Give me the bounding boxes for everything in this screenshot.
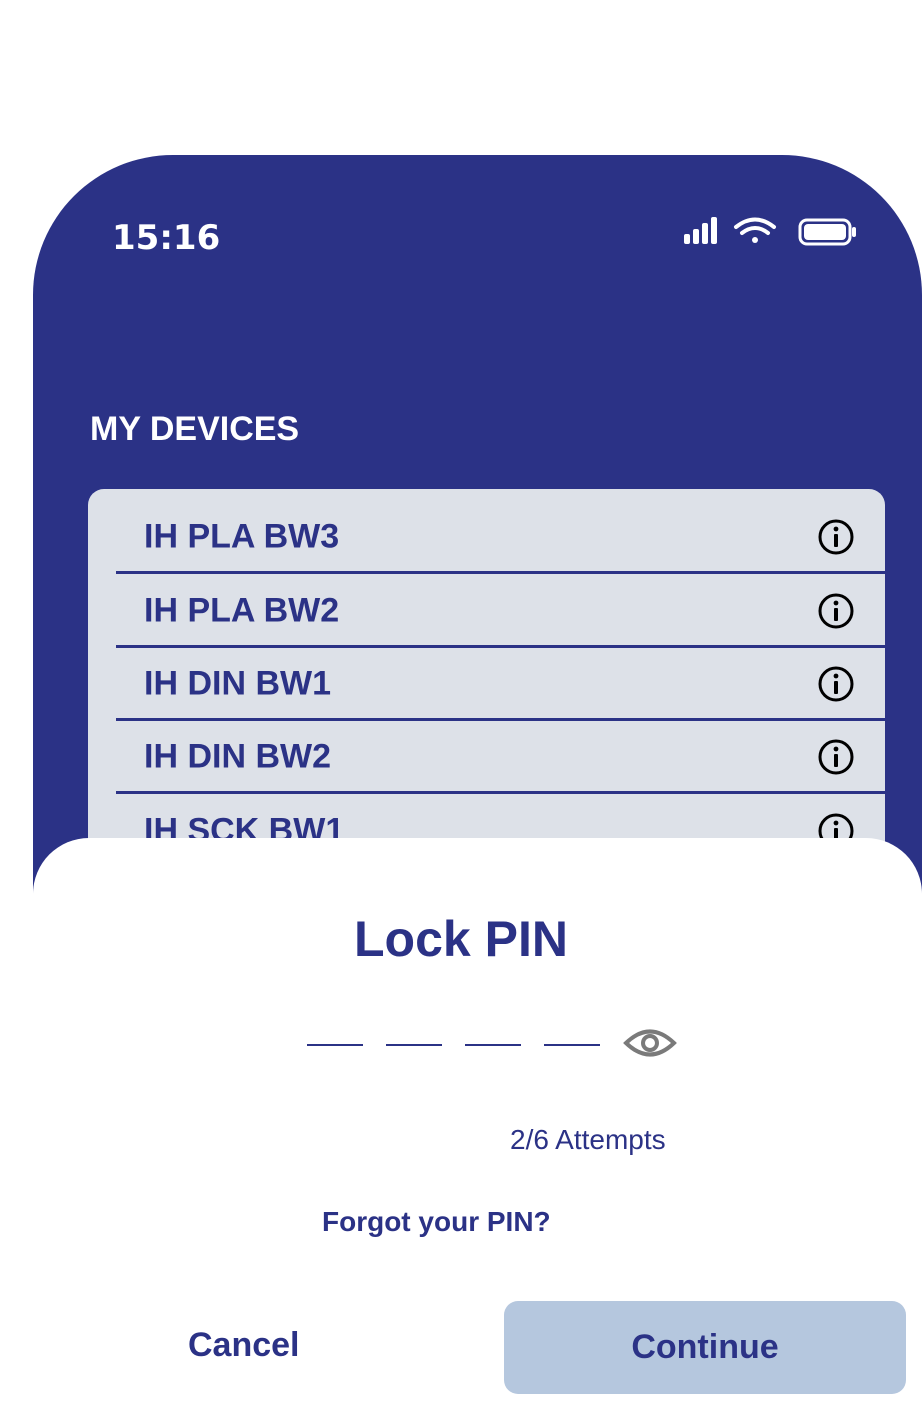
pin-digit-slot[interactable] — [307, 1044, 363, 1046]
forgot-pin-link[interactable]: Forgot your PIN? — [322, 1206, 551, 1238]
device-name: IH DIN BW2 — [144, 737, 331, 775]
attempts-counter: 2/6 Attempts — [510, 1124, 666, 1155]
device-row[interactable]: IH DIN BW2 — [116, 722, 885, 794]
cancel-button[interactable]: Cancel — [188, 1326, 310, 1366]
wifi-icon — [734, 217, 776, 243]
device-name: IH PLA BW2 — [144, 591, 340, 629]
device-list: IH PLA BW3 IH PLA BW2 IH DIN BW1 IH DIN … — [88, 489, 885, 849]
pin-digit-slot[interactable] — [465, 1044, 521, 1046]
device-row[interactable]: IH DIN BW1 — [116, 649, 885, 721]
continue-label: Continue — [631, 1328, 779, 1366]
dialog-title: Lock PIN — [354, 911, 568, 967]
eye-icon[interactable] — [622, 1024, 678, 1062]
info-icon[interactable] — [817, 665, 855, 703]
device-row[interactable]: IH PLA BW2 — [116, 576, 885, 648]
info-icon[interactable] — [817, 518, 855, 556]
section-title: MY DEVICES — [90, 410, 300, 448]
info-icon[interactable] — [817, 738, 855, 776]
pin-digit-slot[interactable] — [386, 1044, 442, 1046]
pin-digit-slot[interactable] — [544, 1044, 600, 1046]
status-icons — [684, 217, 856, 246]
continue-button[interactable]: Continue — [504, 1301, 906, 1394]
signal-icon — [684, 217, 717, 244]
info-icon[interactable] — [817, 592, 855, 630]
battery-icon — [798, 218, 856, 246]
device-name: IH DIN BW1 — [144, 664, 331, 702]
status-time: 15:16 — [112, 218, 221, 258]
device-name: IH PLA BW3 — [144, 517, 340, 555]
device-row[interactable]: IH PLA BW3 — [116, 502, 885, 574]
